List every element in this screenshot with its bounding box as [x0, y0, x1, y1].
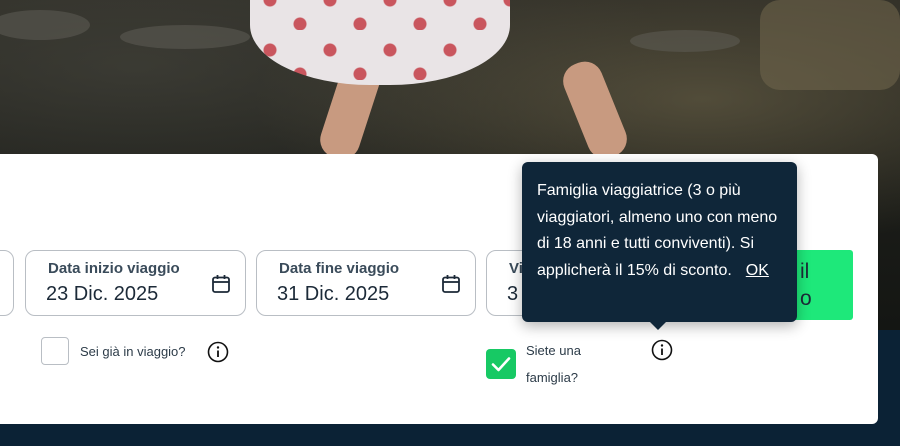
already-travelling-checkbox[interactable]: [41, 337, 69, 365]
calendar-icon[interactable]: [211, 274, 231, 294]
family-checkbox[interactable]: [486, 349, 516, 379]
stone-decoration: [120, 25, 250, 49]
travelers-field[interactable]: [0, 250, 14, 316]
tooltip-body: Famiglia viaggiatrice (3 o più viaggiato…: [537, 178, 787, 284]
partial-field-value: 3: [507, 283, 519, 305]
stone-decoration: [0, 10, 90, 40]
already-travelling-label: Sei già in viaggio?: [80, 344, 186, 359]
end-date-field[interactable]: Data fine viaggio 31 Dic. 2025: [256, 250, 476, 316]
family-label-line1: Siete una: [526, 343, 581, 358]
calendar-icon[interactable]: [441, 274, 461, 294]
start-date-value: 23 Dic. 2025: [46, 283, 159, 305]
start-date-field[interactable]: Data inizio viaggio 23 Dic. 2025: [25, 250, 246, 316]
checkmark-icon: [491, 357, 511, 372]
info-icon[interactable]: [207, 341, 229, 363]
child-dress: [250, 0, 510, 85]
footer-bar: [0, 424, 900, 446]
child-leg: [557, 56, 633, 164]
search-button-label-line2: o: [800, 287, 812, 310]
end-date-value: 31 Dic. 2025: [277, 283, 390, 305]
stone-decoration: [630, 30, 740, 52]
family-tooltip: Famiglia viaggiatrice (3 o più viaggiato…: [522, 162, 797, 330]
tooltip-ok-link[interactable]: OK: [746, 262, 769, 279]
end-date-label: Data fine viaggio: [279, 260, 400, 277]
tooltip-arrow: [649, 321, 667, 330]
search-button-label-line1: il: [800, 260, 810, 283]
start-date-label: Data inizio viaggio: [48, 260, 180, 277]
statue-decoration: [760, 0, 900, 90]
info-icon[interactable]: [651, 339, 673, 361]
partial-field-label: Vi: [509, 260, 523, 277]
tooltip-text: Famiglia viaggiatrice (3 o più viaggiato…: [537, 182, 778, 279]
family-label-line2: famiglia?: [526, 370, 579, 385]
